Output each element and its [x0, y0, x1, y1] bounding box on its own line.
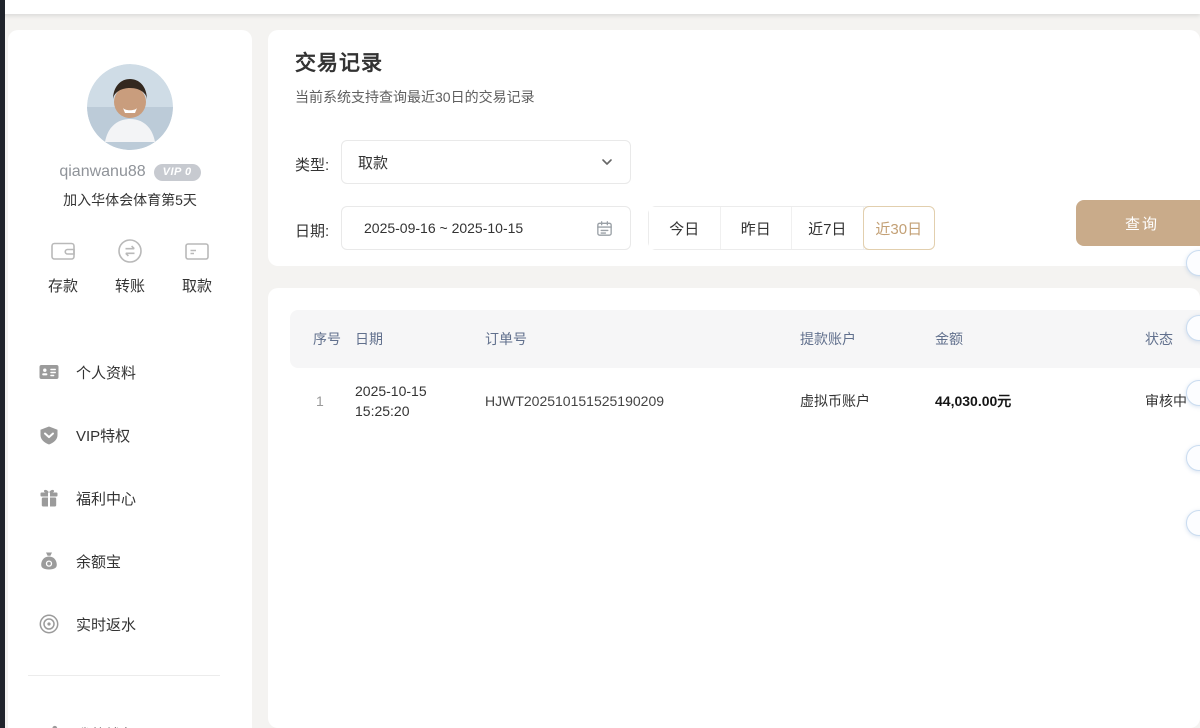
preset-yesterday-button[interactable]: 昨日: [721, 207, 793, 249]
row-index: 1: [313, 393, 355, 409]
column-header-index: 序号: [313, 329, 355, 349]
quick-action-label: 存款: [48, 275, 78, 296]
piggy-bank-icon: [38, 723, 60, 728]
table-header-row: 序号 日期 订单号 提款账户 金额 状态: [290, 310, 1200, 368]
type-select-value: 取款: [358, 152, 388, 173]
transaction-filter-card: 交易记录 当前系统支持查询最近30日的交易记录 类型: 取款 日期: 2025-…: [268, 30, 1200, 266]
gift-icon: [38, 487, 60, 509]
id-card-icon: [38, 361, 60, 383]
withdraw-button[interactable]: 取款: [168, 236, 226, 296]
vip-shield-icon: [38, 424, 60, 446]
quick-action-label: 转账: [115, 275, 145, 296]
sidebar-item-label: 个人资料: [76, 362, 136, 383]
top-bar: [0, 0, 1200, 14]
column-header-amount: 金额: [935, 329, 1145, 349]
money-bag-icon: [38, 550, 60, 572]
type-select[interactable]: 取款: [341, 140, 631, 184]
transfer-button[interactable]: 转账: [101, 236, 159, 296]
withdraw-icon: [182, 236, 212, 266]
sidebar-item-yuebao[interactable]: 余额宝: [38, 549, 232, 573]
date-range-input[interactable]: 2025-09-16 ~ 2025-10-15: [341, 206, 631, 250]
column-header-account: 提款账户: [800, 329, 935, 349]
sidebar-item-label: 实时返水: [76, 614, 136, 635]
join-days-text: 加入华体会体育第5天: [8, 190, 252, 210]
wallet-icon: [48, 236, 78, 266]
sidebar-item-wallet[interactable]: 我的钱包: [38, 722, 232, 728]
sidebar-item-benefits[interactable]: 福利中心: [38, 486, 232, 510]
date-range-presets: 今日 昨日 近7日 近30日: [648, 206, 935, 250]
user-sidebar: qianwanu88 VIP 0 加入华体会体育第5天 存款 转账 取款: [8, 30, 252, 728]
transfer-icon: [115, 236, 145, 266]
date-filter-label: 日期:: [295, 220, 329, 241]
preset-today-button[interactable]: 今日: [649, 207, 721, 249]
sidebar-menu: 个人资料 VIP特权 福利中心 余额宝: [8, 360, 252, 728]
page-title: 交易记录: [295, 47, 383, 77]
floating-widget-circle[interactable]: [1186, 250, 1200, 276]
query-button[interactable]: 查询: [1076, 200, 1200, 246]
row-account: 虚拟币账户: [800, 391, 935, 411]
type-filter-label: 类型:: [295, 154, 329, 175]
quick-action-label: 取款: [182, 275, 212, 296]
date-range-value: 2025-09-16 ~ 2025-10-15: [364, 220, 523, 236]
row-order-no: HJWT202510151525190209: [485, 393, 800, 409]
chevron-down-icon: [600, 155, 614, 169]
avatar[interactable]: [87, 64, 173, 150]
table-row: 1 2025-10-15 15:25:20 HJWT20251015152519…: [290, 370, 1200, 432]
sidebar-item-vip[interactable]: VIP特权: [38, 423, 232, 447]
sidebar-divider: [28, 675, 220, 676]
sidebar-item-label: 福利中心: [76, 488, 136, 509]
sidebar-item-profile[interactable]: 个人资料: [38, 360, 232, 384]
calendar-icon: [595, 219, 614, 238]
row-amount: 44,030.00元: [935, 391, 1145, 411]
column-header-order-no: 订单号: [485, 329, 800, 349]
sidebar-item-label: 我的钱包: [76, 724, 136, 728]
row-date: 2025-10-15 15:25:20: [355, 381, 485, 422]
vip-badge: VIP 0: [154, 164, 201, 181]
row-date-day: 2025-10-15: [355, 383, 427, 399]
sidebar-item-label: 余额宝: [76, 551, 121, 572]
column-header-date: 日期: [355, 329, 485, 349]
quick-actions: 存款 转账 取款: [8, 236, 252, 296]
page-subtitle: 当前系统支持查询最近30日的交易记录: [295, 87, 535, 107]
sidebar-item-label: VIP特权: [76, 425, 130, 446]
deposit-button[interactable]: 存款: [34, 236, 92, 296]
transaction-table-card: 序号 日期 订单号 提款账户 金额 状态 1 2025-10-15 15:25:…: [268, 288, 1200, 728]
username: qianwanu88: [59, 163, 145, 181]
left-edge-bar: [0, 0, 5, 728]
coin-icon: [38, 613, 60, 635]
row-date-time: 15:25:20: [355, 403, 410, 419]
sidebar-item-rebate[interactable]: 实时返水: [38, 612, 232, 636]
preset-7days-button[interactable]: 近7日: [792, 207, 864, 249]
preset-30days-button[interactable]: 近30日: [863, 206, 936, 250]
